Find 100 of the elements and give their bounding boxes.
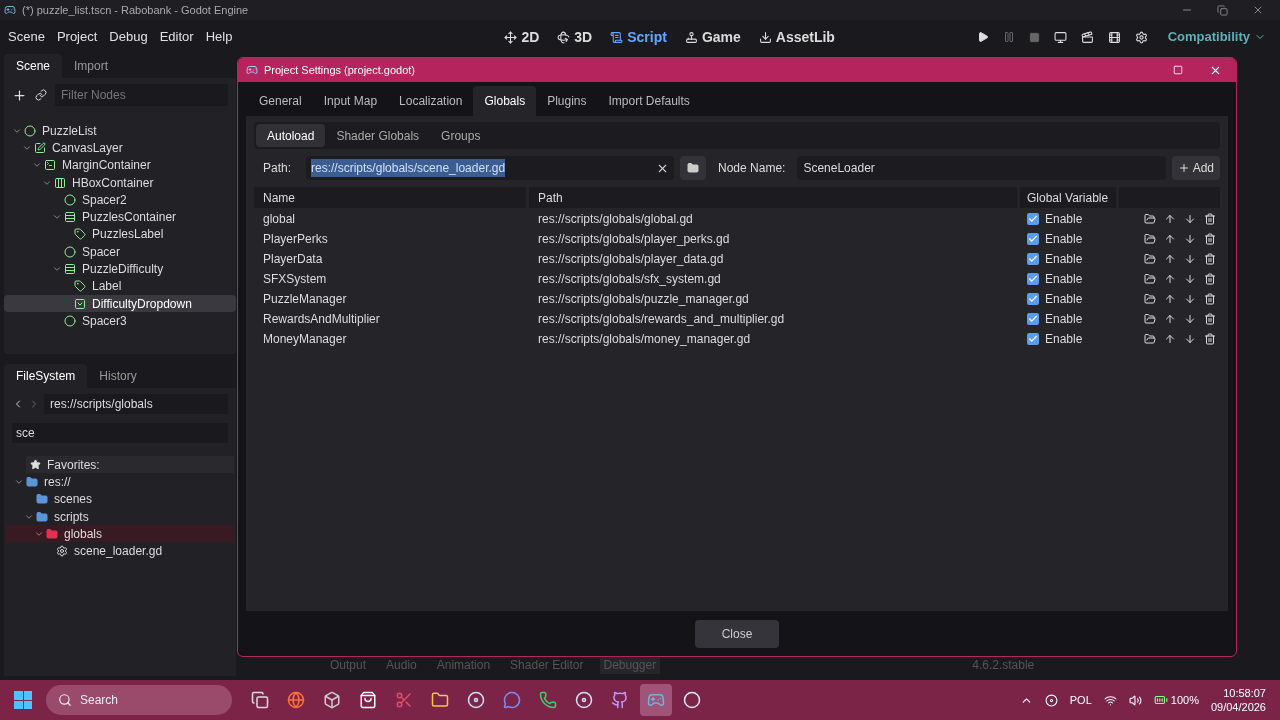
pause-icon[interactable]: [1002, 31, 1015, 43]
clock-time[interactable]: 10:58:07: [1223, 686, 1266, 700]
move-down-icon[interactable]: [1184, 333, 1196, 345]
move-up-icon[interactable]: [1164, 213, 1176, 225]
subtab[interactable]: Groups: [430, 124, 492, 147]
dock-tab[interactable]: History: [87, 364, 149, 388]
workspace-tab[interactable]: AssetLib: [752, 26, 841, 48]
filter-field[interactable]: Filter Nodes: [55, 84, 228, 106]
close-button[interactable]: Close: [694, 619, 780, 648]
play-icon[interactable]: [976, 31, 989, 43]
move-up-icon[interactable]: [1164, 333, 1176, 345]
move-up-icon[interactable]: [1164, 273, 1176, 285]
subtab[interactable]: Autoload: [256, 124, 326, 147]
tree-item[interactable]: CanvasLayer: [4, 139, 236, 157]
tray-app-icon[interactable]: [1044, 693, 1058, 707]
delete-icon[interactable]: [1204, 333, 1216, 345]
battery-icon[interactable]: [1153, 693, 1168, 707]
delete-icon[interactable]: [1204, 293, 1216, 305]
delete-icon[interactable]: [1204, 273, 1216, 285]
path-field[interactable]: res://scripts/globals: [44, 394, 228, 414]
restore-icon[interactable]: [1217, 4, 1228, 16]
path-field[interactable]: res://scripts/globals/scene_loader.gd: [306, 156, 675, 180]
delete-icon[interactable]: [1204, 313, 1216, 325]
tree-item[interactable]: Spacer2: [4, 191, 236, 209]
tree-item[interactable]: Label: [4, 277, 236, 295]
workspace-tab[interactable]: 2D: [498, 26, 546, 48]
file-item[interactable]: globals: [6, 525, 234, 543]
move-down-icon[interactable]: [1184, 233, 1196, 245]
workspace-tab[interactable]: 3D: [551, 26, 599, 48]
maximize-icon[interactable]: [1173, 65, 1183, 75]
tree-item[interactable]: HBoxContainer: [4, 173, 236, 192]
browse-button[interactable]: [680, 156, 707, 180]
delete-icon[interactable]: [1204, 253, 1216, 265]
dock-tab[interactable]: Import: [62, 54, 121, 78]
checkbox[interactable]: [1027, 313, 1039, 325]
clapperboard-icon[interactable]: [1080, 30, 1094, 44]
move-down-icon[interactable]: [1184, 273, 1196, 285]
settings-tab[interactable]: Globals: [473, 86, 537, 116]
taskbar-search-field[interactable]: Search: [46, 685, 232, 715]
gear-icon[interactable]: [1134, 30, 1148, 44]
stop-icon[interactable]: [1028, 31, 1040, 43]
menu-item[interactable]: Debug: [103, 27, 154, 47]
folder-icon[interactable]: [1144, 333, 1156, 345]
checkbox[interactable]: [1027, 293, 1039, 305]
file-filter-field[interactable]: sce: [12, 423, 228, 443]
move-up-icon[interactable]: [1164, 313, 1176, 325]
move-down-icon[interactable]: [1184, 253, 1196, 265]
clock-date[interactable]: 09/04/2026: [1210, 700, 1266, 714]
language-indicator[interactable]: POL: [1069, 691, 1092, 709]
folder-icon[interactable]: [1144, 313, 1156, 325]
settings-tab[interactable]: Localization: [388, 86, 474, 116]
settings-tab[interactable]: Plugins: [536, 86, 598, 116]
tree-item[interactable]: PuzzleDifficulty: [4, 260, 236, 278]
folder-icon[interactable]: [1144, 273, 1156, 285]
settings-tab[interactable]: Input Map: [312, 86, 389, 116]
add-node-icon[interactable]: [12, 87, 27, 103]
move-up-icon[interactable]: [1164, 293, 1176, 305]
move-down-icon[interactable]: [1184, 293, 1196, 305]
node-name-field[interactable]: SceneLoader: [797, 156, 1166, 180]
file-item[interactable]: res://: [6, 473, 234, 491]
settings-tab[interactable]: Import Defaults: [597, 86, 701, 116]
folder-icon[interactable]: [1144, 293, 1156, 305]
delete-icon[interactable]: [1204, 233, 1216, 245]
checkbox[interactable]: [1027, 213, 1039, 225]
checkbox[interactable]: [1027, 233, 1039, 245]
dock-tab[interactable]: FileSystem: [4, 364, 88, 388]
move-up-icon[interactable]: [1164, 233, 1176, 245]
file-item[interactable]: scenes: [6, 490, 234, 508]
monitor-icon[interactable]: [1053, 30, 1067, 44]
menu-item[interactable]: Editor: [153, 27, 200, 47]
move-down-icon[interactable]: [1184, 313, 1196, 325]
link-icon[interactable]: [35, 89, 47, 101]
menu-item[interactable]: Project: [50, 27, 104, 47]
renderer-dropdown[interactable]: Compatibility: [1167, 27, 1266, 47]
tree-item[interactable]: PuzzlesContainer: [4, 208, 236, 226]
checkbox[interactable]: [1027, 253, 1039, 265]
file-item[interactable]: scene_loader.gd: [6, 542, 234, 560]
checkbox[interactable]: [1027, 333, 1039, 345]
tree-item[interactable]: PuzzleList: [4, 122, 236, 140]
volume-icon[interactable]: [1128, 693, 1142, 707]
dock-tab[interactable]: Scene: [4, 54, 63, 78]
tree-item[interactable]: DifficultyDropdown: [4, 294, 236, 313]
move-down-icon[interactable]: [1184, 213, 1196, 225]
menu-item[interactable]: Scene: [2, 27, 51, 47]
folder-icon[interactable]: [1144, 213, 1156, 225]
tree-item[interactable]: Spacer: [4, 243, 236, 261]
tree-item[interactable]: Spacer3: [4, 312, 236, 330]
wifi-icon[interactable]: [1103, 693, 1117, 707]
workspace-tab[interactable]: Script: [604, 26, 673, 48]
tree-item[interactable]: PuzzlesLabel: [4, 225, 236, 244]
checkbox[interactable]: [1027, 273, 1039, 285]
workspace-tab[interactable]: Game: [678, 26, 747, 48]
add-button[interactable]: Add: [1171, 156, 1220, 180]
film-icon[interactable]: [1107, 30, 1121, 44]
subtab[interactable]: Shader Globals: [325, 124, 431, 147]
settings-tab[interactable]: General: [248, 86, 313, 116]
close-icon[interactable]: [1252, 4, 1264, 16]
menu-item[interactable]: Help: [199, 27, 239, 47]
delete-icon[interactable]: [1204, 213, 1216, 225]
folder-icon[interactable]: [1144, 253, 1156, 265]
